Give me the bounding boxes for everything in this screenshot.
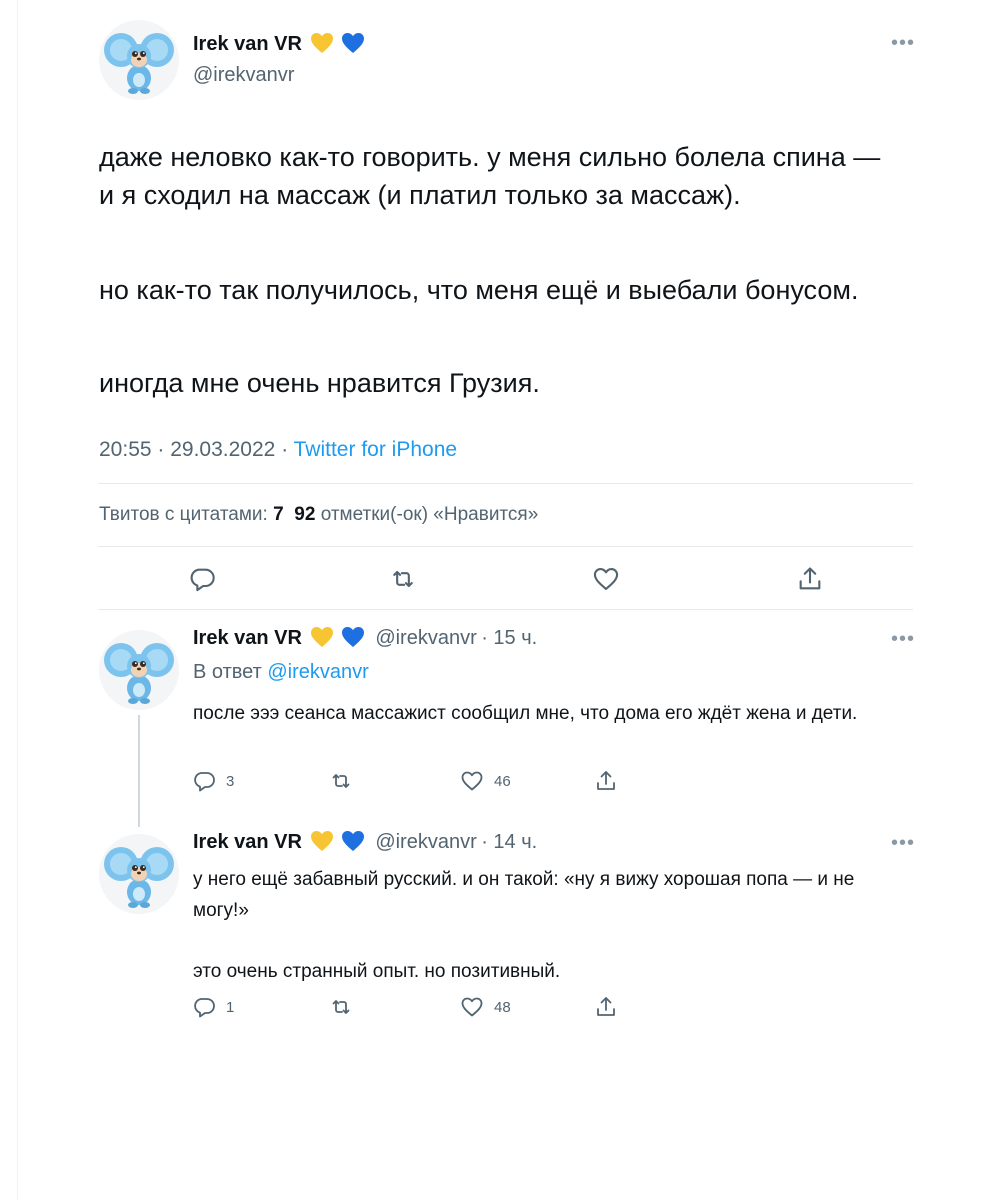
like-count: 46 (494, 772, 511, 790)
heart-icon[interactable] (592, 565, 620, 598)
reply-header: Irek van VR @irekvanvr · 15 ч. (193, 626, 537, 650)
reply-button[interactable]: 1 (192, 995, 234, 1019)
author-handle[interactable]: @irekvanvr (375, 831, 476, 853)
like-button[interactable]: 48 (460, 995, 511, 1019)
retweet-button[interactable] (328, 769, 364, 793)
blue-heart-emoji (341, 830, 365, 852)
author-name[interactable]: Irek van VR (193, 33, 302, 55)
heart-icon[interactable] (460, 769, 484, 793)
retweet-icon[interactable] (388, 565, 418, 598)
like-button[interactable]: 46 (460, 769, 511, 793)
avatar[interactable] (99, 630, 179, 710)
heart-icon[interactable] (460, 995, 484, 1019)
more-horizontal-icon[interactable]: ••• (891, 832, 915, 855)
like-count: 48 (494, 998, 511, 1016)
thread-connector-line (138, 715, 140, 827)
reply-text-line-1: у него ещё забавный русский. и он такой:… (193, 869, 855, 921)
blue-heart-emoji (341, 626, 365, 648)
separator-dot: · (157, 438, 171, 461)
reply-button[interactable]: 3 (192, 769, 234, 793)
share-button[interactable] (594, 769, 618, 793)
more-horizontal-icon[interactable]: ••• (891, 628, 915, 651)
blue-heart-emoji (341, 32, 365, 54)
tweet-time[interactable]: 20:55 (99, 438, 152, 461)
author-handle[interactable]: @irekvanvr (193, 64, 294, 87)
tweet-date[interactable]: 29.03.2022 (170, 438, 275, 461)
yellow-heart-emoji (310, 626, 334, 648)
retweet-icon[interactable] (328, 995, 354, 1019)
quotes-label[interactable]: Твитов с цитатами: (99, 504, 268, 525)
reply-text-line-2: это очень странный опыт. но позитивный. (193, 961, 561, 982)
left-border (17, 0, 18, 1200)
retweet-icon[interactable] (328, 769, 354, 793)
retweet-button[interactable] (328, 995, 364, 1019)
divider (98, 609, 913, 610)
reply-count: 1 (226, 998, 235, 1016)
avatar[interactable] (99, 834, 179, 914)
yellow-heart-emoji (310, 32, 334, 54)
reply-time[interactable]: 15 ч. (493, 627, 537, 649)
divider (98, 483, 913, 484)
author-name[interactable]: Irek van VR (193, 831, 302, 853)
reply-header: Irek van VR @irekvanvr · 14 ч. (193, 830, 537, 854)
more-horizontal-icon[interactable]: ••• (891, 32, 915, 55)
tweet-paragraph-2: но как-то так получилось, что меня ещё и… (99, 275, 859, 305)
reply-icon[interactable] (192, 995, 216, 1019)
author-header: Irek van VR (193, 32, 365, 56)
divider (98, 546, 913, 547)
share-button[interactable] (594, 995, 618, 1019)
separator-dot: · (481, 627, 494, 649)
reply-icon[interactable] (192, 769, 216, 793)
author-name[interactable]: Irek van VR (193, 627, 302, 649)
reply-to-label: В ответ (193, 661, 262, 683)
separator-dot: · (481, 831, 494, 853)
tweet-metadata: 20:55 · 29.03.2022 · Twitter for iPhone (99, 438, 457, 462)
tweet-paragraph-3: иногда мне очень нравится Грузия. (99, 368, 540, 398)
share-icon[interactable] (594, 995, 618, 1019)
yellow-heart-emoji (310, 830, 334, 852)
reply-count: 3 (226, 772, 235, 790)
likes-label[interactable]: отметки(-ок) «Нравится» (321, 504, 539, 525)
author-handle[interactable]: @irekvanvr (375, 627, 476, 649)
share-icon[interactable] (594, 769, 618, 793)
tweet-paragraph-1: даже неловко как-то говорить. у меня сил… (99, 142, 881, 210)
reply-to-handle[interactable]: @irekvanvr (267, 661, 368, 683)
reply-icon[interactable] (188, 565, 216, 598)
separator-dot: · (281, 438, 294, 461)
avatar[interactable] (99, 20, 179, 100)
quotes-count[interactable]: 7 (273, 504, 284, 525)
reply-text: после эээ сеанса массажист сообщил мне, … (193, 703, 858, 724)
share-icon[interactable] (796, 565, 824, 598)
reply-to-line: В ответ @irekvanvr (193, 661, 369, 684)
reply-time[interactable]: 14 ч. (493, 831, 537, 853)
likes-count[interactable]: 92 (294, 504, 315, 525)
tweet-client[interactable]: Twitter for iPhone (294, 438, 457, 461)
tweet-stats: Твитов с цитатами: 7 92 отметки(-ок) «Нр… (99, 504, 538, 526)
